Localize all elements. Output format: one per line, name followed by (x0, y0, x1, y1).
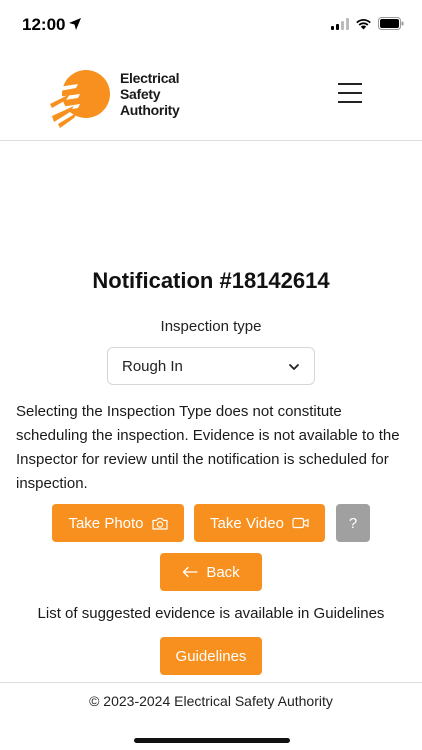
wifi-icon (356, 18, 371, 29)
back-button[interactable]: Back (160, 553, 262, 591)
app-header: Electrical Safety Authority (0, 50, 422, 141)
take-video-label: Take Video (210, 514, 284, 532)
inspection-type-select[interactable]: Rough In (107, 347, 315, 385)
inspection-disclaimer: Selecting the Inspection Type does not c… (16, 403, 400, 492)
guidelines-button[interactable]: Guidelines (160, 637, 262, 675)
take-video-button[interactable]: Take Video (194, 504, 325, 542)
status-bar: 12:00 (0, 0, 422, 50)
logo-line-3: Authority (120, 102, 180, 118)
page-title: Notification #18142614 (92, 268, 330, 293)
guidelines-label: Guidelines (175, 647, 247, 665)
logo-line-1: Electrical (120, 70, 180, 86)
camera-icon (151, 517, 168, 530)
cellular-signal-icon (331, 17, 349, 30)
take-photo-button[interactable]: Take Photo (52, 504, 184, 542)
logo-line-2: Safety (120, 86, 161, 102)
esa-logo[interactable]: Electrical Safety Authority (50, 64, 190, 132)
suggested-evidence-text: List of suggested evidence is available … (37, 605, 385, 622)
inspection-type-value: Rough In (122, 358, 183, 375)
help-label: ? (348, 514, 358, 532)
home-indicator[interactable] (134, 738, 290, 743)
location-arrow-icon (69, 18, 81, 30)
logo-text: Electrical Safety Authority (120, 70, 180, 118)
copyright-text: © 2023-2024 Electrical Safety Authority (89, 693, 333, 709)
inspection-type-label: Inspection type (160, 318, 262, 335)
help-button[interactable]: ? (336, 504, 370, 542)
esa-logo-mark-icon (50, 70, 110, 128)
hamburger-menu-icon[interactable] (338, 83, 362, 105)
take-photo-label: Take Photo (68, 514, 144, 532)
page-footer: © 2023-2024 Electrical Safety Authority (0, 682, 422, 722)
arrow-left-icon (183, 566, 198, 578)
video-camera-icon (292, 517, 309, 529)
battery-icon (378, 17, 404, 30)
status-indicators (331, 17, 404, 30)
back-label: Back (206, 563, 240, 581)
chevron-down-icon (289, 364, 299, 370)
status-time: 12:00 (22, 15, 66, 34)
